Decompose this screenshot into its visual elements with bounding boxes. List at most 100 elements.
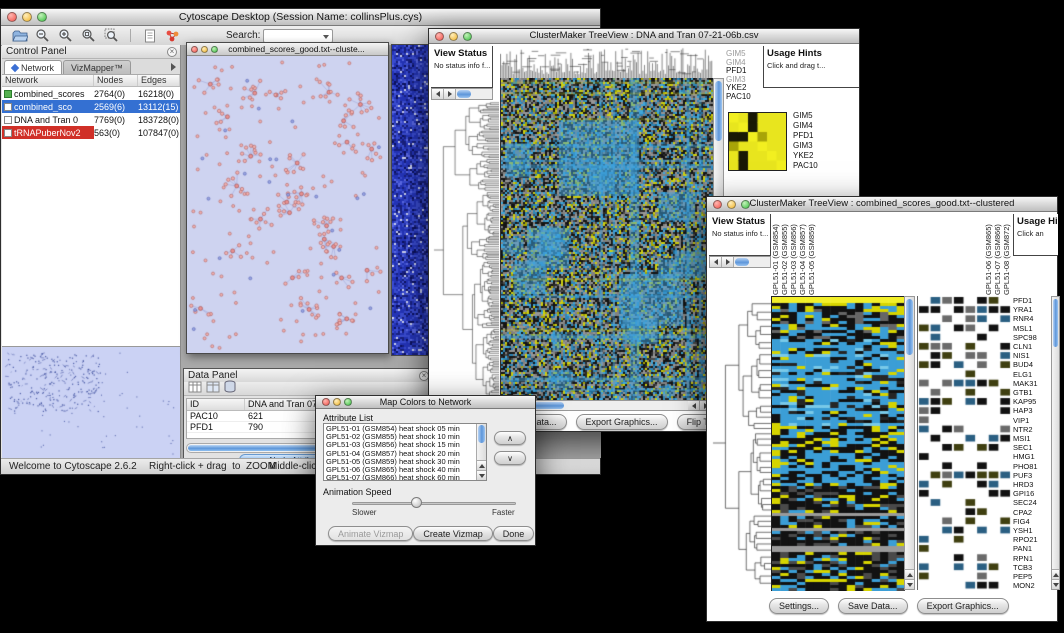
heatmap-canvas[interactable] [771, 296, 905, 591]
close-button[interactable] [191, 46, 198, 53]
folder-open-icon[interactable] [9, 27, 30, 44]
speed-slider-track[interactable] [352, 502, 516, 505]
gene-label[interactable]: MON2 [1013, 581, 1050, 590]
attribute-list-vscrollbar[interactable] [476, 424, 486, 480]
attribute-list-item[interactable]: GPL51-07 (GSM866) heat shock 60 min [326, 474, 474, 481]
selected-cluster-heatmap-canvas[interactable] [728, 112, 787, 171]
treeview-action-button[interactable]: Export Graphics... [917, 598, 1009, 614]
zoom-out-icon[interactable] [32, 27, 53, 44]
minimize-button[interactable] [727, 200, 736, 209]
close-button[interactable] [7, 12, 17, 22]
treeview-action-button[interactable]: Settings... [769, 598, 829, 614]
scroll-left-icon[interactable] [710, 257, 722, 267]
attribute-list[interactable]: GPL51-01 (GSM854) heat shock 05 minGPL51… [323, 423, 487, 481]
zoom-region-icon[interactable] [101, 27, 122, 44]
gene-label[interactable]: RNR4 [1013, 314, 1050, 323]
scroll-up-icon[interactable] [477, 460, 486, 470]
gene-label[interactable]: NTR2 [1013, 425, 1050, 434]
gene-label[interactable]: FIG4 [1013, 517, 1050, 526]
scrollbar-thumb[interactable] [478, 425, 485, 443]
gene-label[interactable]: PEP5 [1013, 572, 1050, 581]
zoom-button[interactable] [344, 398, 352, 406]
titlebar-network-view[interactable]: combined_scores_good.txt--cluste... [187, 43, 388, 56]
scrollbar-thumb[interactable] [906, 299, 913, 355]
close-button[interactable] [435, 32, 444, 41]
attribute-grid-icon[interactable] [188, 380, 202, 398]
network-overview-canvas[interactable] [2, 347, 178, 458]
selected-gene-label[interactable]: GIM5 [793, 111, 818, 121]
selected-gene-label[interactable]: PFD1 [793, 131, 818, 141]
scrollbar-thumb[interactable] [735, 258, 749, 266]
zoom-in-icon[interactable] [55, 27, 76, 44]
minimize-button[interactable] [449, 32, 458, 41]
titlebar-treeview-combined[interactable]: ClusterMaker TreeView : combined_scores_… [707, 197, 1057, 212]
gene-label[interactable]: MAK31 [1013, 379, 1050, 388]
dialog-action-button[interactable]: Animate Vizmap [328, 526, 413, 541]
titlebar-treeview-dna[interactable]: ClusterMaker TreeView : DNA and Tran 07-… [429, 29, 859, 44]
gene-label[interactable]: MSI1 [1013, 434, 1050, 443]
status-hscrollbar[interactable] [431, 88, 493, 100]
scroll-left-icon[interactable] [688, 401, 700, 410]
network-overlay-red-icon[interactable] [162, 27, 183, 44]
move-up-button[interactable]: ∧ [494, 431, 526, 445]
gene-label[interactable]: SEC1 [1013, 443, 1050, 452]
network-list-item[interactable]: combined_scores 2764(0) 16218(0) [2, 87, 180, 100]
selected-gene-label[interactable]: YKE2 [793, 151, 818, 161]
status-hscrollbar[interactable] [709, 256, 771, 268]
tab-network[interactable]: Network [4, 60, 62, 74]
minimize-button[interactable] [22, 12, 32, 22]
scrollbar-thumb[interactable] [457, 90, 471, 98]
scroll-right-icon[interactable] [722, 257, 734, 267]
treeview-action-button[interactable]: Save Data... [838, 598, 908, 614]
gene-label[interactable]: YSH1 [1013, 526, 1050, 535]
network-graph-canvas[interactable] [187, 56, 388, 353]
scrollbar-thumb[interactable] [715, 81, 722, 141]
network-list-item[interactable]: DNA and Tran 0 7769(0) 183728(0) [2, 113, 180, 126]
selected-gene-label[interactable]: GIM3 [793, 141, 818, 151]
scroll-down-icon[interactable] [1052, 579, 1059, 589]
gene-label[interactable]: KAP95 [1013, 397, 1050, 406]
dialog-action-button[interactable]: Done [493, 526, 535, 541]
gene-label[interactable]: CLN1 [1013, 342, 1050, 351]
tab-overflow-icon[interactable] [171, 63, 176, 71]
gene-label[interactable]: YRA1 [1013, 305, 1050, 314]
scrollbar-thumb[interactable] [1053, 299, 1058, 347]
gene-label[interactable]: BUD4 [1013, 360, 1050, 369]
gene-label[interactable]: MSL1 [1013, 324, 1050, 333]
row-dendrogram-canvas[interactable] [709, 296, 771, 590]
annotation-page-icon[interactable] [139, 27, 160, 44]
treeview-action-button[interactable]: Export Graphics... [576, 414, 668, 430]
detail-heatmap-canvas[interactable] [917, 296, 1011, 590]
gene-label[interactable]: RPO21 [1013, 535, 1050, 544]
scroll-right-icon[interactable] [444, 89, 456, 99]
gene-label[interactable]: PAN1 [1013, 544, 1050, 553]
gene-label[interactable]: PUF3 [1013, 471, 1050, 480]
gene-label[interactable]: SEC24 [1013, 498, 1050, 507]
minimize-button[interactable] [201, 46, 208, 53]
gene-label[interactable]: RPN1 [1013, 554, 1050, 563]
move-down-button[interactable]: ∨ [494, 451, 526, 465]
search-input[interactable] [263, 29, 333, 43]
titlebar-cytoscape[interactable]: Cytoscape Desktop (Session Name: collins… [1, 9, 600, 26]
column-dendrogram-canvas[interactable] [500, 46, 713, 78]
zoom-fit-icon[interactable] [78, 27, 99, 44]
scroll-down-icon[interactable] [477, 470, 486, 480]
scroll-up-icon[interactable] [1052, 569, 1059, 579]
minimize-button[interactable] [333, 398, 341, 406]
gene-label[interactable]: HAP3 [1013, 406, 1050, 415]
gene-label[interactable]: HRD3 [1013, 480, 1050, 489]
database-cylinder-icon[interactable] [224, 380, 236, 398]
gene-label[interactable]: HMG1 [1013, 452, 1050, 461]
gene-label[interactable]: VIP1 [1013, 416, 1050, 425]
gene-label[interactable]: PAC10 [726, 93, 762, 102]
speed-slider-thumb[interactable] [411, 497, 422, 508]
gene-list-vscrollbar[interactable] [1051, 296, 1060, 590]
gene-label[interactable]: TCB3 [1013, 563, 1050, 572]
heatmap-canvas[interactable] [500, 78, 714, 400]
gene-label[interactable]: GTB1 [1013, 388, 1050, 397]
gene-label[interactable]: PFD1 [1013, 296, 1050, 305]
scroll-up-icon[interactable] [905, 569, 914, 579]
network-list-item[interactable]: combined_sco 2569(6) 13112(15) [2, 100, 180, 113]
scroll-left-icon[interactable] [432, 89, 444, 99]
close-button[interactable] [713, 200, 722, 209]
